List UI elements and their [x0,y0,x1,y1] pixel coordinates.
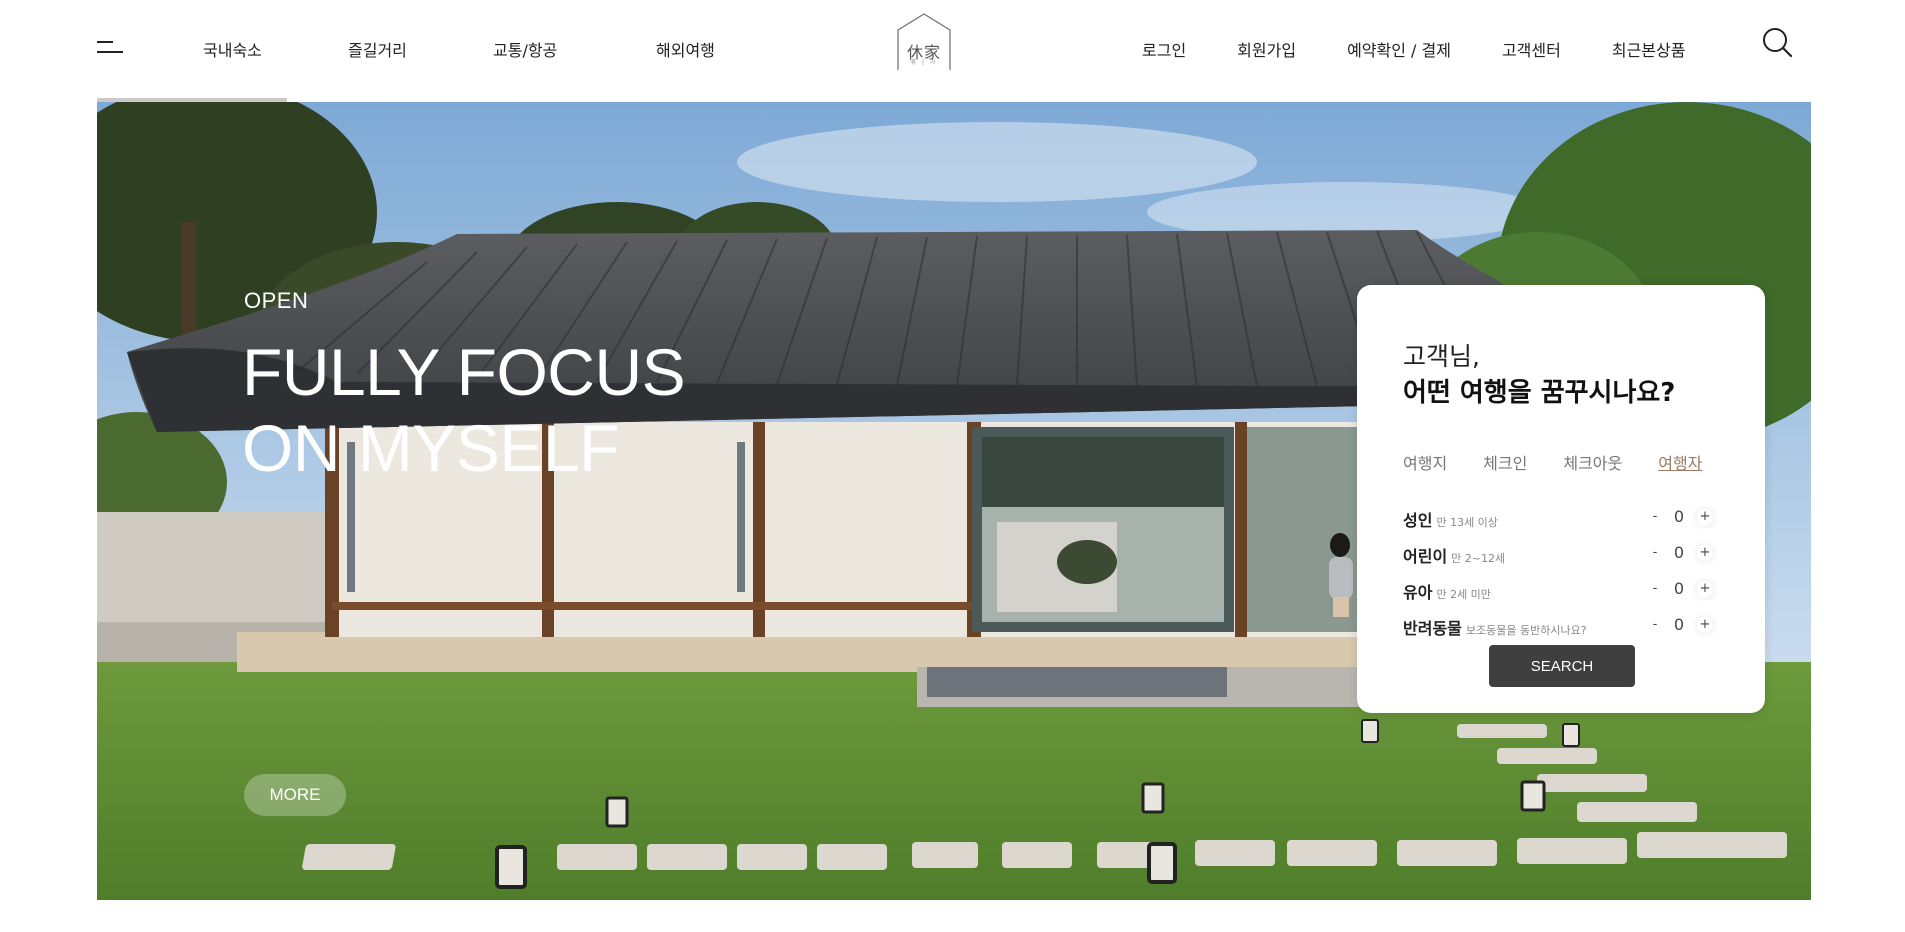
decrement-button[interactable]: - [1647,581,1663,596]
tab-destination[interactable]: 여행지 [1403,450,1447,474]
guest-label: 반려동물 보조동물을 동반하시나요? [1403,615,1587,639]
tab-check-in[interactable]: 체크인 [1483,450,1527,474]
guest-age-note: 만 2~12세 [1451,552,1506,565]
decrement-button[interactable]: - [1647,509,1663,524]
menu-icon[interactable] [97,38,123,56]
hero-eyebrow: OPEN [244,288,309,313]
tab-check-out[interactable]: 체크아웃 [1563,450,1622,474]
site-logo[interactable]: 休家 휴 | 가 [896,12,952,70]
search-icon[interactable] [1762,27,1794,59]
increment-button[interactable]: + [1697,545,1713,561]
increment-button[interactable]: + [1697,581,1713,597]
increment-button[interactable]: + [1697,617,1713,633]
booking-greeting: 고객님, [1403,342,1480,371]
search-button[interactable]: SEARCH [1489,645,1635,687]
guest-row-pet: 반려동물 보조동물을 동반하시나요? - 0 + [1403,615,1723,639]
nav-domestic-stays[interactable]: 국내숙소 [203,37,348,61]
nav-login[interactable]: 로그인 [1142,37,1186,61]
nav-activities[interactable]: 즐길거리 [348,37,493,61]
guest-type: 어린이 [1403,547,1448,566]
increment-button[interactable]: + [1697,509,1713,525]
hero-title-line2: ON MYSELF [242,411,619,485]
hero-title: FULLY FOCUS ON MYSELF [242,334,686,486]
booking-panel: 고객님, 어떤 여행을 꿈꾸시나요? 여행지 체크인 체크아웃 여행자 성인 만 … [1357,285,1765,713]
nav-reservation-payment[interactable]: 예약확인 / 결제 [1347,37,1451,61]
hero-title-line1: FULLY FOCUS [242,335,686,409]
decrement-button[interactable]: - [1647,545,1663,560]
nav-customer-center[interactable]: 고객센터 [1502,37,1561,61]
guest-age-note: 만 13세 이상 [1436,516,1498,529]
guest-count: 0 [1673,543,1685,562]
guest-age-note: 보조동물을 동반하시나요? [1465,624,1587,637]
guest-label: 성인 만 13세 이상 [1403,507,1498,531]
booking-tabs: 여행지 체크인 체크아웃 여행자 [1403,450,1702,474]
guest-row-infant: 유아 만 2세 미만 - 0 + [1403,579,1723,603]
guest-row-adult: 성인 만 13세 이상 - 0 + [1403,507,1723,531]
more-button[interactable]: MORE [244,774,346,816]
guest-count: 0 [1673,615,1685,634]
guest-label: 어린이 만 2~12세 [1403,543,1505,567]
decrement-button[interactable]: - [1647,617,1663,632]
guest-row-child: 어린이 만 2~12세 - 0 + [1403,543,1723,567]
tab-travelers[interactable]: 여행자 [1658,450,1702,474]
main-nav-left: 국내숙소 즐길거리 교통/항공 해외여행 [203,37,715,61]
guest-type: 반려동물 [1403,619,1462,638]
guest-type: 성인 [1403,511,1433,530]
nav-overseas-travel[interactable]: 해외여행 [656,37,715,61]
guest-age-note: 만 2세 미만 [1436,588,1491,601]
main-nav-right: 로그인 회원가입 예약확인 / 결제 고객센터 최근본상품 [1142,37,1685,61]
site-header: 국내숙소 즐길거리 교통/항공 해외여행 休家 휴 | 가 로그인 회원가입 예… [0,0,1905,102]
nav-signup[interactable]: 회원가입 [1237,37,1296,61]
booking-question: 어떤 여행을 꿈꾸시나요? [1403,378,1676,408]
guest-type: 유아 [1403,583,1433,602]
logo-subtext: 휴 | 가 [910,59,938,66]
nav-recently-viewed[interactable]: 최근본상품 [1612,37,1686,61]
guest-count: 0 [1673,579,1685,598]
guest-label: 유아 만 2세 미만 [1403,579,1491,603]
guest-count: 0 [1673,507,1685,526]
nav-transport-flights[interactable]: 교통/항공 [493,37,656,61]
